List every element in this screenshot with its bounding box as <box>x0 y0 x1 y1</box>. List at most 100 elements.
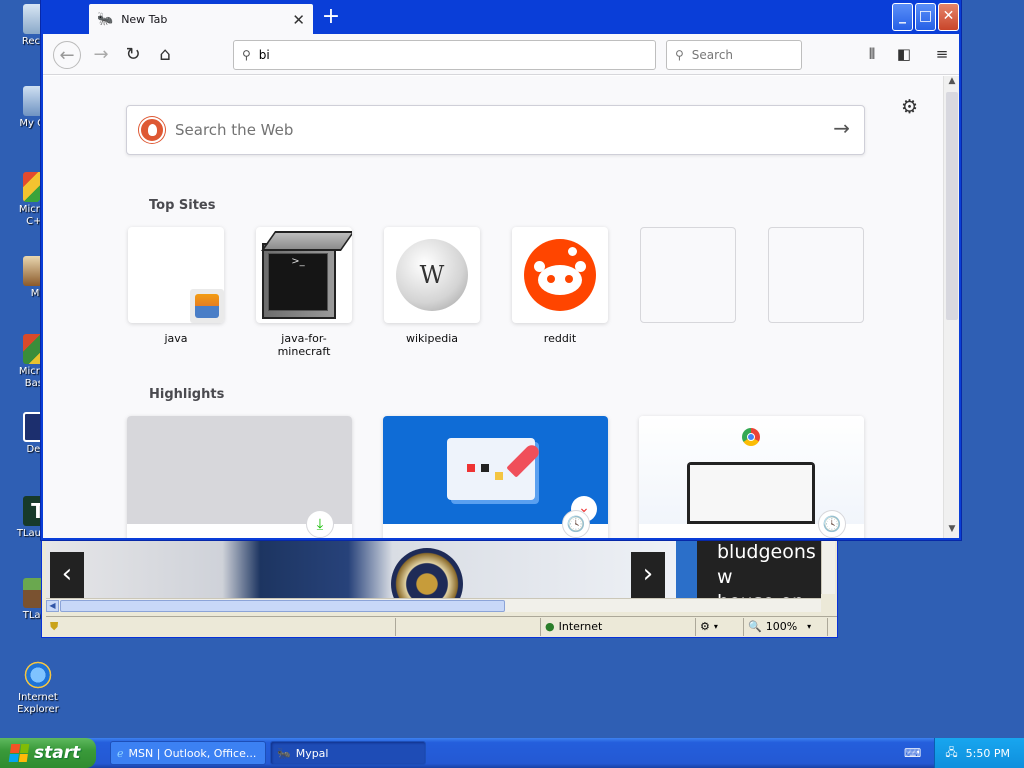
carousel-prev-button[interactable]: ‹ <box>50 552 84 598</box>
maximize-button[interactable]: □ <box>915 3 936 31</box>
web-search-input[interactable]: Search the Web <box>175 121 293 139</box>
sidebar-icon[interactable]: ◧ <box>893 44 915 64</box>
highlights-heading: Highlights <box>149 387 225 402</box>
top-site-label: wikipedia <box>405 332 458 345</box>
ie-status-message: ⛊ <box>46 617 396 636</box>
terminal-icon: >_ <box>258 229 352 321</box>
tab-new-tab[interactable]: 🐜 New Tab ✕ <box>89 4 313 34</box>
top-site-label: java <box>164 332 188 345</box>
reload-button[interactable]: ↻ <box>119 41 147 69</box>
system-tray: 🖧 5:50 PM <box>934 738 1024 768</box>
zone-label: Internet <box>558 620 603 633</box>
url-input[interactable]: bi <box>259 48 270 62</box>
top-site-reddit[interactable]: reddit <box>512 227 608 345</box>
search-icon: ⚲ <box>242 48 251 62</box>
internet-explorer-icon: ℯ <box>117 746 124 760</box>
ie-status-blank <box>396 617 541 636</box>
close-tab-icon[interactable]: ✕ <box>292 11 305 29</box>
minimize-button[interactable]: _ <box>892 3 913 31</box>
browser-vertical-scrollbar[interactable]: ▲ ▼ <box>943 76 959 538</box>
top-site-tile[interactable] <box>128 227 224 323</box>
highlight-thumbnail <box>127 416 352 524</box>
ie-window: ‹ › bludgeons w house on fir ◀ ⛊ ● Inter… <box>41 535 838 638</box>
top-site-label: reddit <box>543 332 577 345</box>
presidential-seal-image <box>391 548 463 598</box>
ie-scroll-thumb[interactable] <box>60 600 505 612</box>
desktop-icon-internet-explorer[interactable]: Internet Explorer <box>0 660 76 716</box>
history-icon: 🕓 <box>562 510 590 538</box>
arrow-right-icon[interactable]: → <box>833 116 850 140</box>
start-label: start <box>34 743 81 763</box>
highlight-thumbnail <box>639 416 864 524</box>
gear-icon[interactable]: ⚙ <box>901 96 918 118</box>
windows-flag-icon <box>8 744 30 762</box>
scroll-left-icon[interactable]: ◀ <box>46 600 59 612</box>
zoom-icon: 🔍 <box>748 620 762 633</box>
internet-explorer-icon <box>23 660 53 690</box>
taskbar-button-msn[interactable]: ℯ MSN | Outlook, Office... <box>110 741 266 765</box>
wikipedia-icon: W <box>396 239 468 311</box>
top-site-java-for-minecraft[interactable]: >_ java-for-minecraft <box>256 227 352 358</box>
top-site-java[interactable]: java <box>128 227 224 345</box>
ie-horizontal-scrollbar[interactable]: ◀ <box>46 598 821 612</box>
navigation-toolbar: ← → ↻ ⌂ ⚲ bi ⚲ Search ⫴ ◧ ≡ <box>43 34 959 75</box>
carousel-next-button[interactable]: › <box>631 552 665 598</box>
new-tab-button[interactable]: + <box>319 6 343 30</box>
top-site-placeholder[interactable] <box>768 227 864 323</box>
highlight-card[interactable]: ⤓ <box>127 416 352 538</box>
top-site-label: java-for-minecraft <box>277 332 331 358</box>
taskbar-button-mypal[interactable]: 🐜 Mypal <box>270 741 426 765</box>
top-sites-heading: Top Sites <box>149 198 216 213</box>
scroll-up-icon[interactable]: ▲ <box>944 76 960 90</box>
clock[interactable]: 5:50 PM <box>966 747 1010 760</box>
download-icon: ⤓ <box>306 510 334 538</box>
taskbar-button-label: Mypal <box>295 746 329 760</box>
taskbar: start ℯ MSN | Outlook, Office... 🐜 Mypal… <box>0 738 1024 768</box>
web-search-box[interactable]: Search the Web → <box>126 105 865 155</box>
network-icon[interactable]: 🖧 <box>945 744 957 763</box>
top-site-tile[interactable] <box>512 227 608 323</box>
scroll-down-icon[interactable]: ▼ <box>944 524 960 538</box>
mypal-icon: 🐜 <box>277 746 291 760</box>
shield-warning-icon: ⛊ <box>50 619 59 633</box>
ie-page-content: ‹ › bludgeons w house on fir <box>46 540 821 598</box>
close-window-button[interactable]: ✕ <box>938 3 959 31</box>
new-tab-page: ⚙ Search the Web → Top Sites java >_ jav… <box>43 76 943 538</box>
java-icon <box>190 289 224 323</box>
desktop-icon-label: Internet Explorer <box>17 692 59 715</box>
keyboard-icon[interactable]: ⌨ <box>904 746 921 760</box>
highlight-card[interactable]: ⌄ 🕓 <box>383 416 608 538</box>
start-button[interactable]: start <box>0 738 96 768</box>
title-bar[interactable]: 🐜 New Tab ✕ + _ □ ✕ <box>43 2 959 34</box>
protected-mode-toggle[interactable]: ⚙ ▾ <box>696 617 744 636</box>
search-bar[interactable]: ⚲ Search <box>666 40 802 70</box>
search-input[interactable]: Search <box>692 48 733 62</box>
tab-title: New Tab <box>121 12 168 26</box>
ie-status-bar: ⛊ ● Internet ⚙ ▾ 🔍 100% ▾ <box>46 616 837 636</box>
highlight-thumbnail: ⌄ <box>383 416 608 524</box>
ie-security-zone: ● Internet <box>541 617 696 636</box>
top-site-wikipedia[interactable]: W wikipedia <box>384 227 480 345</box>
browser-scroll-thumb[interactable] <box>946 92 958 320</box>
highlight-card[interactable]: 🕓 <box>639 416 864 538</box>
top-site-tile[interactable]: >_ <box>256 227 352 323</box>
news-photo <box>46 540 676 598</box>
zoom-control[interactable]: 🔍 100% ▾ <box>744 617 828 636</box>
library-icon[interactable]: ⫴ <box>861 44 883 64</box>
back-button[interactable]: ← <box>53 41 81 69</box>
ie-vertical-scrollbar[interactable] <box>821 540 835 594</box>
top-site-tile[interactable]: W <box>384 227 480 323</box>
top-site-placeholder[interactable] <box>640 227 736 323</box>
duckduckgo-icon <box>139 117 165 143</box>
globe-icon: ● <box>545 620 555 633</box>
forward-button[interactable]: → <box>87 41 115 69</box>
home-button[interactable]: ⌂ <box>151 41 179 69</box>
top-site-empty[interactable] <box>640 227 736 332</box>
news-story-text[interactable]: bludgeons w house on fir <box>697 540 821 598</box>
gear-icon: ⚙ <box>700 620 710 633</box>
browser-window: 🐜 New Tab ✕ + _ □ ✕ ← → ↻ ⌂ ⚲ bi ⚲ Searc… <box>41 0 961 540</box>
url-bar[interactable]: ⚲ bi <box>233 40 656 70</box>
reddit-icon <box>524 239 596 311</box>
menu-icon[interactable]: ≡ <box>931 44 953 64</box>
top-site-empty[interactable] <box>768 227 864 332</box>
